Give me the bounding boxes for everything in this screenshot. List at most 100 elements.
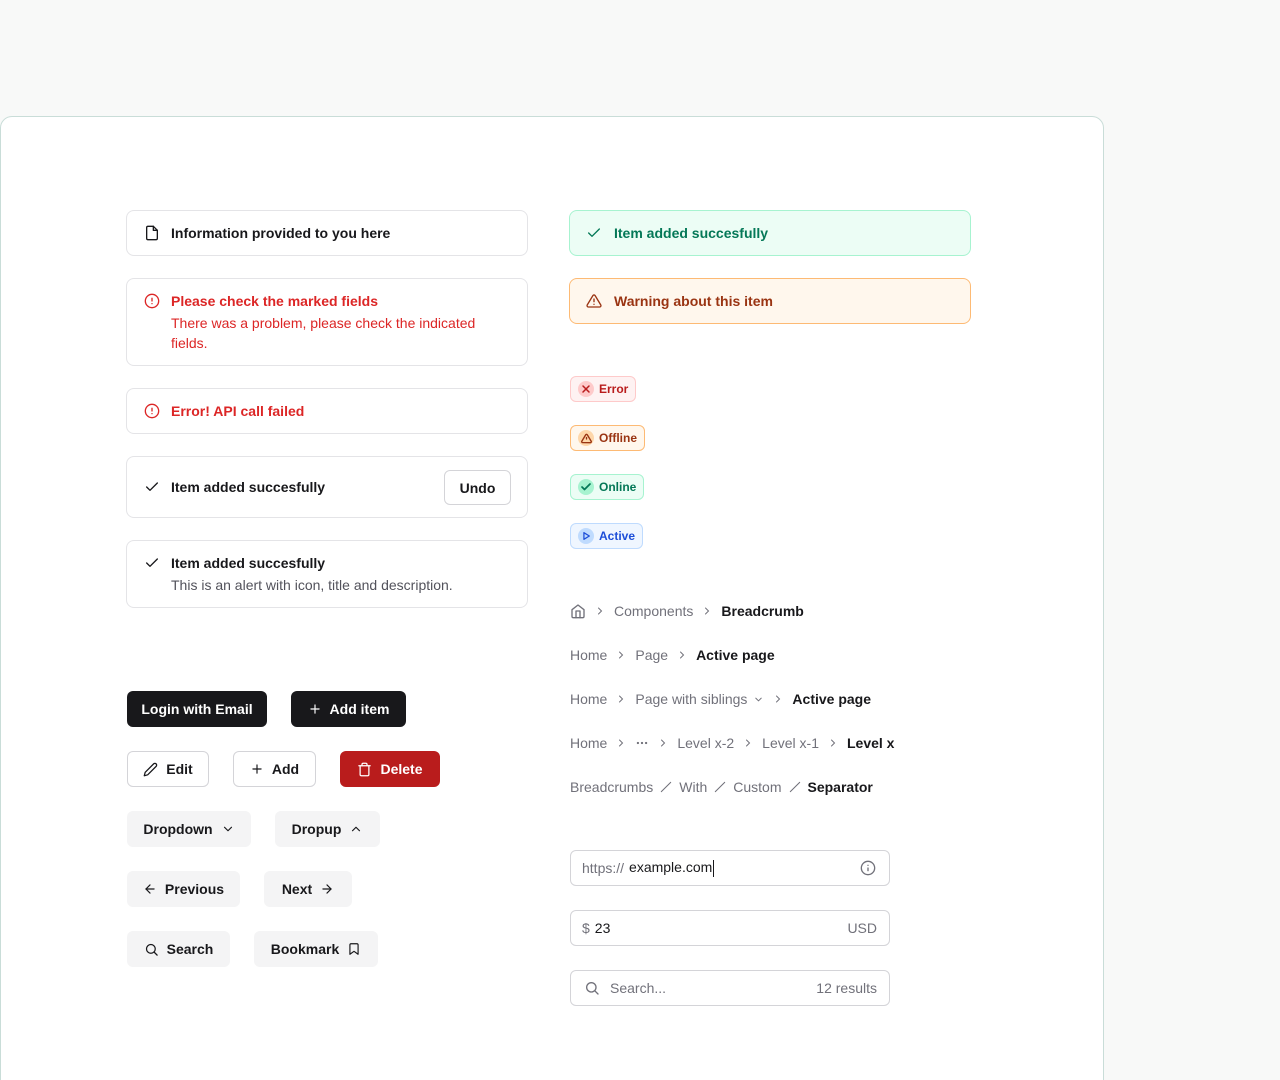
breadcrumb: Breadcrumbs With Custom Separator <box>570 777 873 797</box>
play-icon <box>578 528 594 544</box>
info-icon[interactable] <box>860 860 876 876</box>
dropup-button[interactable]: Dropup <box>275 811 380 847</box>
badge-label: Offline <box>599 431 637 445</box>
button-label: Add <box>271 761 300 777</box>
check-icon <box>144 479 160 495</box>
breadcrumb-link[interactable]: With <box>679 779 707 795</box>
alert-description: This is an alert with icon, title and de… <box>171 577 453 593</box>
chevron-right-icon <box>772 693 784 705</box>
breadcrumb: Home Page Active page <box>570 645 775 665</box>
home-icon[interactable] <box>570 603 586 619</box>
button-label: Next <box>281 881 313 897</box>
results-count: 12 results <box>816 980 877 996</box>
breadcrumb-link[interactable]: Home <box>570 691 607 707</box>
search-placeholder: Search... <box>610 980 667 996</box>
bookmark-icon <box>347 942 361 956</box>
chevron-right-icon <box>615 693 627 705</box>
search-input[interactable]: Search... 12 results <box>570 970 890 1006</box>
chevron-right-icon <box>742 737 754 749</box>
previous-button[interactable]: Previous <box>127 871 240 907</box>
arrow-left-icon <box>143 882 157 896</box>
status-badge-online: Online <box>570 474 645 500</box>
status-badge-offline: Offline <box>570 425 645 451</box>
breadcrumb: Home Page with siblings Active page <box>570 689 871 709</box>
breadcrumb-current: Level x <box>846 735 895 751</box>
chevron-right-icon <box>676 649 688 661</box>
success-alert: Item added succesfully <box>569 210 971 256</box>
chevron-down-icon <box>753 694 764 705</box>
slash-separator-icon <box>788 780 802 794</box>
chevron-right-icon <box>615 649 627 661</box>
alert-title: Warning about this item <box>614 293 773 309</box>
breadcrumb-link[interactable]: Level x-1 <box>762 735 819 751</box>
login-with-email-button[interactable]: Login with Email <box>127 691 267 727</box>
currency-suffix: USD <box>847 920 877 936</box>
breadcrumb-link[interactable]: Home <box>570 647 607 663</box>
ellipsis-icon[interactable] <box>635 736 649 750</box>
alert-title: Item added succesfully <box>614 225 769 241</box>
error-api-alert: Error! API call failed <box>126 388 528 434</box>
breadcrumb-current: Active page <box>696 647 775 663</box>
delete-button[interactable]: Delete <box>340 751 440 787</box>
alert-title: Please check the marked fields <box>171 293 378 309</box>
breadcrumb-current: Breadcrumb <box>721 603 804 619</box>
warning-triangle-icon <box>586 293 602 309</box>
breadcrumb-link[interactable]: Page <box>635 647 668 663</box>
chevron-down-icon <box>221 822 235 836</box>
breadcrumb-link[interactable]: Level x-2 <box>677 735 734 751</box>
button-label: Edit <box>166 761 193 777</box>
url-prefix: https:// <box>582 860 625 876</box>
pencil-icon <box>143 762 158 777</box>
check-icon <box>144 555 160 571</box>
info-alert: Information provided to you here <box>126 210 528 256</box>
undo-button[interactable]: Undo <box>444 470 511 505</box>
chevron-up-icon <box>349 822 363 836</box>
breadcrumb-link[interactable]: Components <box>614 603 693 619</box>
search-button[interactable]: Search <box>127 931 230 967</box>
breadcrumb-current: Active page <box>792 691 872 707</box>
button-label: Dropup <box>291 821 342 837</box>
success-description-alert: Item added succesfully This is an alert … <box>126 540 528 608</box>
dropdown-button[interactable]: Dropdown <box>127 811 251 847</box>
search-icon <box>584 980 600 996</box>
warning-alert: Warning about this item <box>569 278 971 324</box>
search-icon <box>144 942 159 957</box>
chevron-right-icon <box>657 737 669 749</box>
badge-label: Active <box>599 529 636 543</box>
button-label: Delete <box>380 761 423 777</box>
trash-icon <box>357 762 372 777</box>
status-badge-active: Active <box>570 523 644 549</box>
breadcrumb: Home Level x-2 Level x-1 Level x <box>570 733 894 753</box>
alert-title: Item added succesfully <box>171 555 326 571</box>
alert-circle-icon <box>144 403 160 419</box>
chevron-right-icon <box>615 737 627 749</box>
breadcrumb-link[interactable]: Custom <box>733 779 781 795</box>
breadcrumb-link[interactable]: Breadcrumbs <box>570 779 653 795</box>
arrow-right-icon <box>320 882 334 896</box>
breadcrumb-link: Page with siblings <box>635 691 748 707</box>
check-icon <box>586 225 602 241</box>
chevron-right-icon <box>827 737 839 749</box>
file-icon <box>144 225 160 241</box>
breadcrumb-siblings-dropdown[interactable]: Page with siblings <box>635 691 764 707</box>
alert-circle-icon <box>144 293 160 309</box>
chevron-right-icon <box>701 605 713 617</box>
breadcrumb: Components Breadcrumb <box>570 601 804 621</box>
price-input[interactable]: $ 23 USD <box>570 910 890 946</box>
button-label: Login with Email <box>141 701 253 717</box>
add-item-button[interactable]: Add item <box>291 691 406 727</box>
url-input[interactable]: https:// example.com <box>570 850 890 886</box>
alert-title: Error! API call failed <box>171 403 305 419</box>
edit-button[interactable]: Edit <box>127 751 209 787</box>
add-button[interactable]: Add <box>233 751 316 787</box>
x-icon <box>578 381 594 397</box>
bookmark-button[interactable]: Bookmark <box>254 931 378 967</box>
slash-separator-icon <box>713 780 727 794</box>
error-form-alert: Please check the marked fields There was… <box>126 278 528 366</box>
breadcrumb-link[interactable]: Home <box>570 735 607 751</box>
next-button[interactable]: Next <box>264 871 352 907</box>
alert-title: Item added succesfully <box>171 479 326 495</box>
chevron-right-icon <box>594 605 606 617</box>
button-label: Previous <box>164 881 225 897</box>
alert-title: Information provided to you here <box>171 225 391 241</box>
